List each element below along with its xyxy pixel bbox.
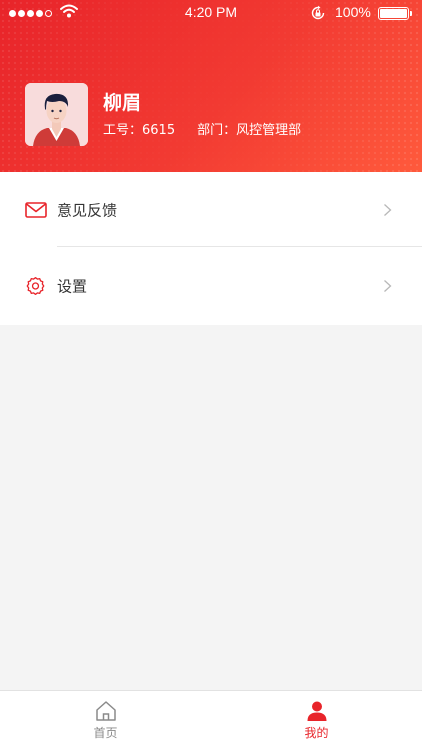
employee-id: 工号：6615 <box>103 123 176 138</box>
chevron-right-icon <box>384 203 392 216</box>
battery-percentage: 100% <box>335 4 371 20</box>
tab-label: 首页 <box>93 726 118 740</box>
tab-bar: 首页 我的 <box>0 690 422 750</box>
profile-header: 4:20 PM 100% 柳眉 工号：6615 部门：风控管理部 <box>0 0 422 172</box>
tab-home[interactable]: 首页 <box>0 691 211 750</box>
gear-icon <box>26 277 45 295</box>
home-icon <box>95 701 116 721</box>
status-bar: 4:20 PM 100% <box>0 0 422 28</box>
tab-mine[interactable]: 我的 <box>211 691 422 750</box>
chevron-right-icon <box>384 280 392 292</box>
user-icon <box>307 701 326 721</box>
battery-icon <box>378 7 412 20</box>
menu-item-feedback[interactable]: 意见反馈 <box>0 172 422 247</box>
tab-label: 我的 <box>304 726 329 740</box>
mail-icon <box>25 201 47 218</box>
user-name: 柳眉 <box>103 92 142 114</box>
avatar[interactable] <box>25 83 88 146</box>
rotation-lock-icon <box>311 5 325 20</box>
menu-item-label: 设置 <box>57 277 88 296</box>
menu-item-label: 意见反馈 <box>57 201 118 219</box>
department: 部门：风控管理部 <box>197 123 302 138</box>
user-meta: 工号：6615 部门：风控管理部 <box>103 119 301 138</box>
menu-item-settings[interactable]: 设置 <box>0 247 422 325</box>
menu-list: 意见反馈 设置 <box>0 172 422 325</box>
